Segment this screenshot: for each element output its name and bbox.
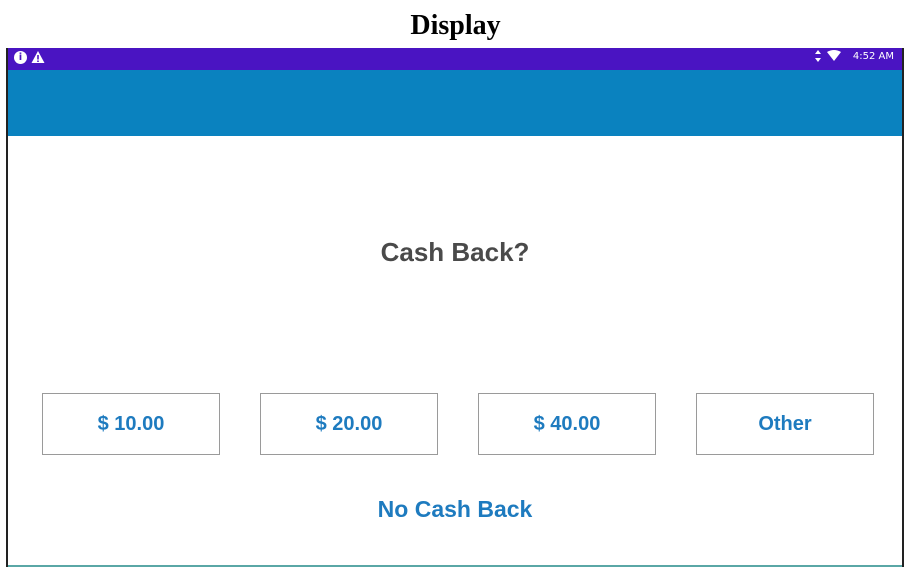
app-bar bbox=[8, 70, 902, 136]
no-cash-back-link[interactable]: No Cash Back bbox=[8, 494, 902, 524]
cash-back-prompt: Cash Back? bbox=[380, 237, 530, 267]
cash-back-10-button[interactable]: $ 10.00 bbox=[42, 393, 220, 455]
device-screen: i 4:52 AM Cash Back? $ 10.00 $ 20.00 $ 4… bbox=[6, 48, 904, 567]
status-left-icons: i bbox=[14, 50, 45, 64]
status-bar: i 4:52 AM bbox=[8, 48, 902, 70]
cash-back-other-button[interactable]: Other bbox=[696, 393, 874, 455]
warning-icon bbox=[31, 51, 45, 63]
status-time: 4:52 AM bbox=[852, 50, 894, 62]
cash-back-40-button[interactable]: $ 40.00 bbox=[478, 393, 656, 455]
info-icon: i bbox=[14, 50, 27, 64]
page: Display i 4:52 AM Cash Back? $ 10.00 $ 2… bbox=[0, 0, 911, 569]
wifi-icon bbox=[826, 50, 841, 61]
signal-icon bbox=[814, 50, 821, 62]
display-caption: Display bbox=[410, 10, 501, 41]
cash-back-20-button[interactable]: $ 20.00 bbox=[260, 393, 438, 455]
status-right-icons: 4:52 AM bbox=[814, 50, 894, 62]
